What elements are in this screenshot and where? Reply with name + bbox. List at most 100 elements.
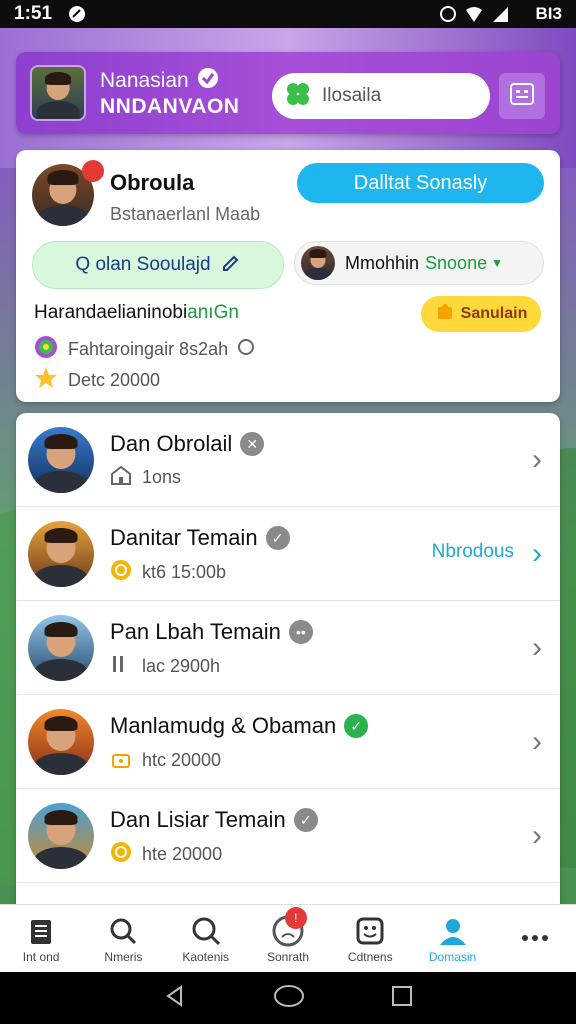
nav-item-document[interactable]: Int ond (0, 905, 82, 972)
list-item[interactable]: Dan Lisiar Temain ✓ hte 20000 › (16, 789, 560, 883)
status-badge-icon: ✓ (265, 526, 290, 550)
profile-stat-line: Fahtaroingair 8s2ah (34, 335, 255, 364)
profile-card: Obroula Bstanaerlanl Maab Dalltat Sonasl… (16, 150, 560, 402)
search-placeholder: Ilosaila (322, 85, 382, 106)
recents-icon[interactable] (391, 985, 413, 1012)
nav-item-explore[interactable]: Kaotenis (165, 905, 247, 972)
notification-dot (82, 160, 104, 182)
list-item[interactable]: Dan Obrolail ✕ 1ons › (16, 413, 560, 507)
battery-text: BI3 (516, 4, 562, 23)
status-badge-icon: •• (288, 620, 313, 644)
colorful-badge-icon (34, 335, 58, 364)
friend-avatar (28, 521, 94, 587)
profile-subtitle: Bstanaerlanl Maab (110, 204, 261, 224)
friend-name: Pan Lbah Temain (110, 619, 281, 644)
green-action-button[interactable]: Q olan Sooulajd (32, 241, 284, 289)
info-icon (238, 339, 255, 360)
info-line-highlight: anıGn (187, 302, 239, 323)
nav-item-profile[interactable]: Domasin (411, 905, 493, 972)
profile-points-line: Detc 20000 (34, 366, 160, 395)
chevron-right-icon[interactable]: › (532, 537, 542, 571)
pill-avatar (301, 246, 335, 280)
friend-sub: 1ons (142, 467, 182, 487)
nav-label: Cdtnens (347, 949, 393, 964)
friends-list: Dan Obrolail ✕ 1ons › Danitar Temain ✓ kt6… (16, 413, 560, 923)
primary-action-button[interactable]: Dalltat Sonasly (297, 163, 544, 203)
more-icon (518, 921, 552, 955)
nav-item-search[interactable]: Nmeris (82, 905, 164, 972)
system-nav-bar (0, 972, 576, 1024)
profile-name: Obroula (110, 170, 195, 195)
pill-user-name: Mmohhin (345, 252, 420, 273)
status-badge-icon: ✓ (293, 808, 318, 832)
wifi-icon (465, 5, 483, 23)
user-icon (436, 914, 470, 948)
nav-label: Sonrath (266, 949, 309, 964)
chevron-right-icon[interactable]: › (532, 631, 542, 665)
user-status-pill[interactable]: Mmohhin Snoone ▼ (294, 241, 544, 285)
scan-button[interactable] (499, 73, 545, 119)
points-text: Detc 20000 (68, 370, 161, 390)
friend-avatar (28, 427, 94, 493)
chevron-right-icon[interactable]: › (532, 443, 542, 477)
chevron-down-icon: ▼ (491, 256, 503, 270)
nav-label: Kaotenis (182, 949, 230, 964)
friend-sub: htc 20000 (142, 750, 222, 770)
home-button-icon[interactable] (273, 984, 305, 1013)
nav-label: Domasin (428, 949, 477, 964)
friend-avatar (28, 615, 94, 681)
friend-sub: hte 20000 (142, 844, 223, 864)
nav-label: Nmeris (104, 949, 143, 964)
sync-icon (439, 5, 457, 23)
chevron-right-icon[interactable]: › (532, 819, 542, 853)
list-item[interactable]: Danitar Temain ✓ kt6 15:00b Nbrodous › (16, 507, 560, 601)
pill-user-status: Snoone (425, 252, 488, 273)
yellow-action-button[interactable]: Sanulain (421, 296, 541, 332)
app-header: Nanasian NNDANVAON Ilosaila (16, 52, 560, 134)
back-icon[interactable] (163, 984, 187, 1013)
lock-icon (110, 747, 132, 774)
profile-info-line: HarandaelianinobianıGn (34, 302, 239, 324)
friend-name: Dan Lisiar Temain (110, 807, 286, 832)
document-icon (24, 914, 58, 948)
search-input[interactable]: Ilosaila (272, 73, 490, 119)
list-item[interactable]: Pan Lbah Temain •• lac 2900h › (16, 601, 560, 695)
nav-item-friends[interactable]: Cdtnens (329, 905, 411, 972)
coin-icon (110, 841, 132, 868)
friend-avatar (28, 709, 94, 775)
profile-stat-text: Fahtaroingair 8s2ah (68, 339, 229, 359)
header-title: Nanasian (100, 69, 189, 92)
green-button-label: Q olan Sooulajd (75, 254, 211, 275)
status-time: 1:51 (14, 3, 53, 24)
verified-icon (197, 67, 219, 95)
header-subtitle: NNDANVAON (100, 95, 240, 118)
bottom-nav: Int ond Nmeris Kaotenis ! Sonrath Cdtnen… (0, 904, 576, 972)
friend-sub: lac 2900h (142, 656, 221, 676)
coin-icon (110, 559, 132, 586)
puzzle-icon (435, 302, 455, 327)
chevron-right-icon[interactable]: › (532, 725, 542, 759)
bars-icon (110, 653, 132, 680)
friend-avatar (28, 803, 94, 869)
status-bar: 1:51 BI3 (0, 0, 576, 28)
edit-icon (221, 252, 241, 278)
header-avatar[interactable] (30, 65, 86, 121)
friend-name: Dan Obrolail (110, 431, 233, 456)
star-icon (34, 366, 58, 395)
smile-icon (353, 914, 387, 948)
search-icon (106, 914, 140, 948)
clover-icon (284, 80, 312, 113)
status-badge-icon: ✓ (344, 714, 369, 738)
friend-name: Danitar Temain (110, 525, 258, 550)
friend-action-link[interactable]: Nbrodous (432, 541, 514, 563)
yellow-button-label: Sanulain (460, 305, 528, 322)
nav-item-more[interactable] (494, 905, 576, 972)
list-item[interactable]: Manlamudg & Obaman ✓ htc 20000 › (16, 695, 560, 789)
scan-icon (509, 81, 535, 112)
signal-icon (491, 5, 509, 23)
info-line-main: Harandaelianinobi (34, 302, 188, 323)
status-badge-icon: ✕ (240, 432, 265, 456)
nav-item-alerts[interactable]: ! Sonrath (247, 905, 329, 972)
alert-badge: ! (284, 907, 307, 929)
friend-sub: kt6 15:00b (142, 562, 227, 582)
